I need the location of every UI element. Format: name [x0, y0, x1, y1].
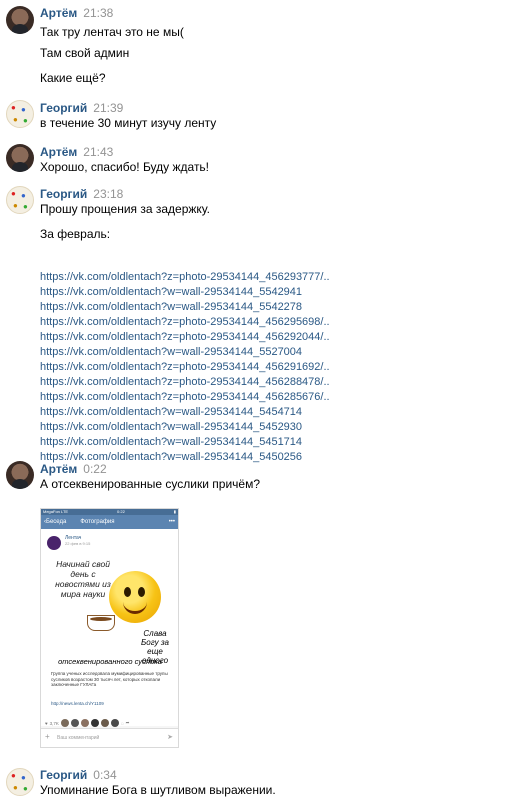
heart-icon: ♥ — [45, 720, 48, 726]
message-link[interactable]: https://vk.com/oldlentach?z=photo-295341… — [40, 330, 330, 345]
post-description: Группа ученых исследовала мумифицированн… — [51, 671, 168, 687]
friend-avatar — [60, 719, 69, 727]
meme-text-top: Начинай свой день с новостями из мира на… — [55, 559, 111, 599]
message-link[interactable]: https://vk.com/oldlentach?z=photo-295341… — [40, 390, 330, 405]
avatar-artem[interactable] — [6, 144, 34, 172]
comment-icon: ◌ — [120, 720, 124, 726]
message-header: Артём 21:43 — [40, 145, 113, 159]
nav-title: Фотография — [80, 519, 115, 525]
nav-more-label: ••• — [168, 519, 175, 525]
attach-plus-icon: + — [45, 732, 50, 741]
author-name[interactable]: Артём — [40, 145, 77, 159]
avatar-georgiy[interactable]: ● ● ● ● — [6, 768, 34, 796]
message-time: 21:43 — [83, 145, 114, 159]
friend-avatar — [110, 719, 119, 727]
message-link[interactable]: https://vk.com/oldlentach?z=photo-295341… — [40, 315, 330, 330]
status-time: 0:22 — [117, 509, 125, 514]
avatar-georgiy[interactable]: ● ● ● ● — [6, 186, 34, 214]
message-link[interactable]: https://vk.com/oldlentach?w=wall-2953414… — [40, 420, 330, 435]
coffee-cup-icon — [87, 615, 115, 631]
message-text: в течение 30 минут изучу ленту — [40, 116, 217, 130]
message-text: А отсеквенированные суслики причём? — [40, 477, 261, 491]
share-icon: ➦ — [125, 720, 130, 725]
comment-input-bar: + Ваш комментарий ➤ — [41, 728, 178, 747]
message-link[interactable]: https://vk.com/oldlentach?z=photo-295341… — [40, 360, 330, 375]
message-time: 21:38 — [83, 6, 114, 20]
message-link[interactable]: https://vk.com/oldlentach?w=wall-2953414… — [40, 405, 330, 420]
message-link[interactable]: https://vk.com/oldlentach?w=wall-2953414… — [40, 300, 330, 315]
message-header: Георгий 23:18 — [40, 187, 123, 201]
message-text: Какие ещё? — [40, 71, 106, 85]
post-url: http://news.lenta.ch/Y1109 — [51, 701, 104, 706]
author-name[interactable]: Георгий — [40, 101, 87, 115]
friend-avatar — [100, 719, 109, 727]
message-text: Прошу прощения за задержку. — [40, 202, 210, 216]
message-header: Георгий 21:39 — [40, 101, 123, 115]
send-icon: ➤ — [167, 734, 173, 741]
message-link[interactable]: https://vk.com/oldlentach?w=wall-2953414… — [40, 285, 330, 300]
message-time: 23:18 — [93, 187, 124, 201]
phone-nav-bar: ‹ Беседа Фотография ••• — [41, 515, 178, 529]
smiley-face-icon — [109, 571, 161, 623]
meme-text-bottom: отсеквенированного суслика — [58, 657, 162, 666]
message-link[interactable]: https://vk.com/oldlentach?w=wall-2953414… — [40, 345, 330, 360]
message-text: Там свой админ — [40, 46, 130, 60]
source-logo-icon — [47, 536, 61, 550]
message-time: 0:22 — [83, 462, 107, 476]
source-date: 22 фев в 9:15 — [65, 541, 91, 546]
message-header: Артём 0:22 — [40, 462, 107, 476]
comment-placeholder: Ваш комментарий — [57, 735, 100, 741]
message-time: 0:34 — [93, 768, 117, 782]
link-list: https://vk.com/oldlentach?z=photo-295341… — [40, 270, 330, 465]
message-header: Георгий 0:34 — [40, 768, 117, 782]
friend-avatar — [80, 719, 89, 727]
message-text: Так тру лентач это не мы( — [40, 25, 184, 39]
avatar-georgiy[interactable]: ● ● ● ● — [6, 100, 34, 128]
message-text: За февраль: — [40, 227, 111, 241]
message-link[interactable]: https://vk.com/oldlentach?w=wall-2953414… — [40, 435, 330, 450]
author-name[interactable]: Артём — [40, 462, 77, 476]
message-text: Хорошо, спасибо! Буду ждать! — [40, 160, 210, 174]
author-name[interactable]: Георгий — [40, 768, 87, 782]
message-link[interactable]: https://vk.com/oldlentach?z=photo-295341… — [40, 270, 330, 285]
nav-back-label: Беседа — [46, 519, 67, 525]
post-card: Лентач 22 фев в 9:15 Начинай свой день с… — [41, 529, 178, 727]
message-header: Артём 21:38 — [40, 6, 113, 20]
message-text: Упоминание Бога в шутливом выражении. — [40, 783, 276, 797]
author-name[interactable]: Артём — [40, 6, 77, 20]
avatar-artem[interactable] — [6, 6, 34, 34]
likes-count: 3,7K — [49, 720, 59, 726]
friend-avatar — [90, 719, 99, 727]
photo-attachment[interactable]: MegaFon LTE 0:22 ▮ ‹ Беседа Фотография •… — [40, 508, 179, 748]
message-link[interactable]: https://vk.com/oldlentach?z=photo-295341… — [40, 375, 330, 390]
message-time: 21:39 — [93, 101, 124, 115]
author-name[interactable]: Георгий — [40, 187, 87, 201]
friend-avatar — [70, 719, 79, 727]
avatar-artem[interactable] — [6, 461, 34, 489]
